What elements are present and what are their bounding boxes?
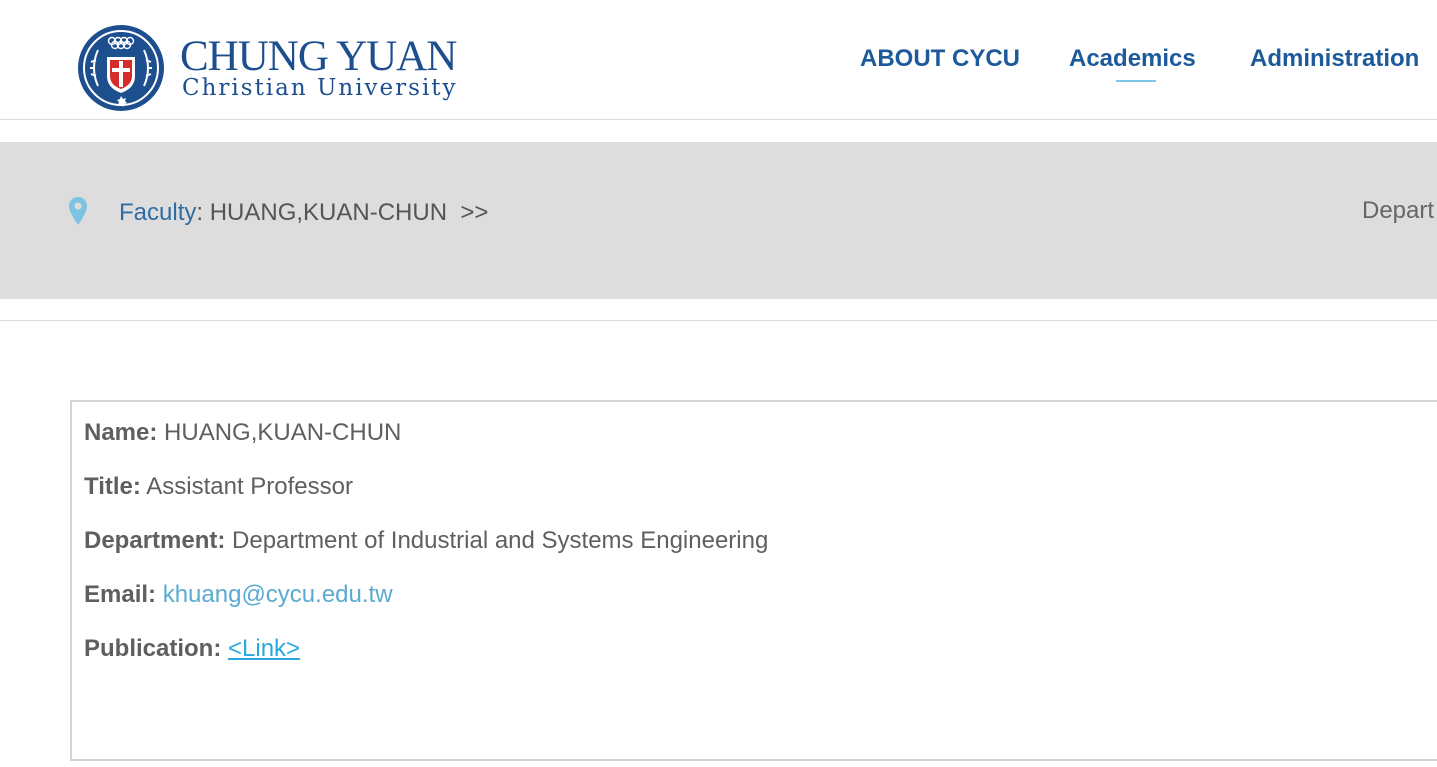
title-label: Title: [84,473,141,500]
profile-row-department: Department: Department of Industrial and… [84,526,768,556]
logo-university-subtitle: Christian University [182,75,458,101]
email-label: Email: [84,581,157,608]
profile-row-email: Email: khuang@cycu.edu.tw [84,580,393,610]
section-divider [0,320,1437,321]
breadcrumb-department-link[interactable]: Depart [1362,196,1434,226]
breadcrumb-current: HUANG,KUAN-CHUN [203,199,448,226]
nav-item-academics[interactable]: Academics [1069,42,1196,76]
department-value: Department of Industrial and Systems Eng… [232,527,769,554]
publication-label: Publication: [84,635,222,662]
profile-row-publication: Publication: <Link> [84,634,300,664]
profile-row-title: Title: Assistant Professor [84,472,353,502]
breadcrumb: Faculty: HUANG,KUAN-CHUN >> [119,198,488,228]
logo-university-name: CHUNG YUAN [180,33,457,80]
breadcrumb-faculty-link[interactable]: Faculty [119,199,196,226]
name-label: Name: [84,419,158,446]
nav-active-indicator [1116,80,1156,82]
breadcrumb-arrow: >> [460,199,489,226]
title-value: Assistant Professor [146,473,353,500]
nav-item-about-cycu[interactable]: ABOUT CYCU [860,42,1020,76]
name-value: HUANG,KUAN-CHUN [164,419,402,446]
university-seal-icon [78,25,164,111]
department-label: Department: [84,527,226,554]
site-header: CHUNG YUAN Christian University ABOUT CY… [0,0,1437,120]
map-pin-icon [69,197,87,225]
email-link[interactable]: khuang@cycu.edu.tw [163,581,393,608]
profile-row-name: Name: HUANG,KUAN-CHUN [84,418,401,448]
nav-item-administration[interactable]: Administration [1250,42,1419,76]
publication-link[interactable]: <Link> [228,635,300,662]
